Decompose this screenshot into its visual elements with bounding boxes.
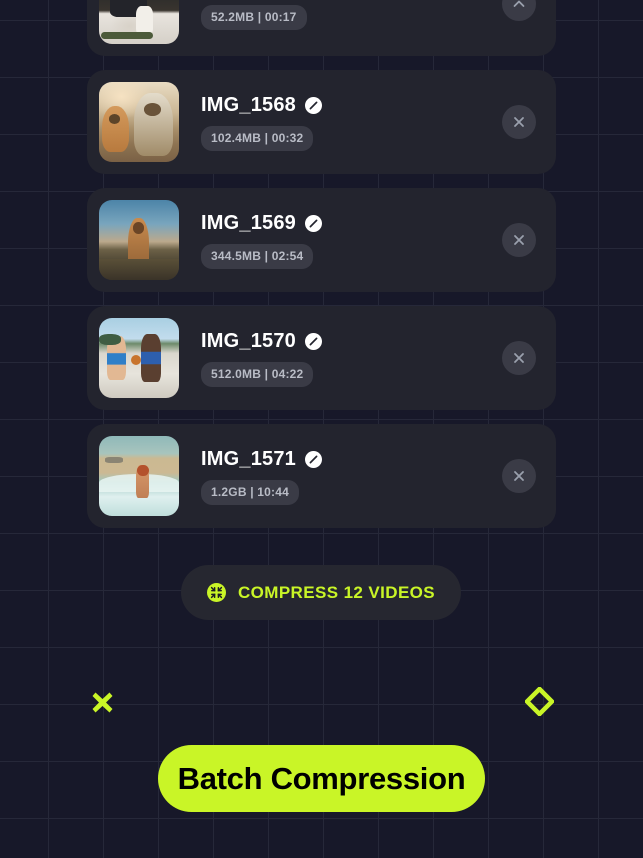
pencil-icon[interactable] (305, 96, 322, 114)
thumbnail-basketball[interactable] (99, 318, 179, 398)
video-card[interactable]: IMG_1569 344.5MB | 02:54 (87, 188, 556, 292)
video-title-row: IMG_1568 (201, 94, 556, 117)
close-icon (514, 117, 524, 127)
thumbnail-beach-runner[interactable] (99, 436, 179, 516)
size-duration-badge: 102.4MB | 00:32 (201, 125, 314, 151)
remove-video-button[interactable] (502, 341, 536, 375)
thumbnail-skateboarder[interactable] (99, 0, 179, 44)
video-title-row: IMG_1571 (201, 448, 556, 471)
size-duration-badge: 512.0MB | 04:22 (201, 361, 314, 387)
video-list: 52.2MB | 00:17 IMG_1568 102.4MB | 00:32 IMG… (87, 0, 556, 542)
banner-title: Batch Compression (177, 760, 466, 796)
video-card[interactable]: IMG_1568 102.4MB | 00:32 (87, 70, 556, 174)
app-root: 52.2MB | 00:17 IMG_1568 102.4MB | 00:32 IMG… (0, 0, 643, 858)
video-filename: IMG_1568 (201, 93, 296, 116)
chevron-up-icon (513, 0, 525, 7)
remove-video-button[interactable] (502, 223, 536, 257)
size-duration-badge: 52.2MB | 00:17 (201, 4, 307, 30)
diamond-outline-shape (523, 685, 556, 718)
size-duration-badge: 1.2GB | 10:44 (201, 479, 299, 505)
cross-shape (90, 690, 115, 715)
pencil-icon[interactable] (305, 450, 322, 468)
pencil-icon[interactable] (305, 332, 322, 350)
batch-compression-banner: Batch Compression (158, 745, 485, 812)
video-card[interactable]: IMG_1570 512.0MB | 04:22 (87, 306, 556, 410)
pencil-icon[interactable] (305, 214, 322, 232)
compress-arrows-icon (206, 583, 226, 602)
thumbnail-desert-portrait[interactable] (99, 200, 179, 280)
close-icon (514, 353, 524, 363)
size-duration-badge: 344.5MB | 02:54 (201, 243, 314, 269)
video-card[interactable]: IMG_1571 1.2GB | 10:44 (87, 424, 556, 528)
compress-button-label: COMPRESS 12 VIDEOS (237, 582, 436, 602)
compress-videos-button[interactable]: COMPRESS 12 VIDEOS (181, 565, 461, 620)
remove-video-button[interactable] (502, 459, 536, 493)
video-filename: IMG_1569 (201, 211, 296, 234)
video-filename: IMG_1571 (201, 447, 296, 470)
video-title-row: IMG_1569 (201, 212, 556, 235)
video-filename: IMG_1570 (201, 329, 296, 352)
video-title-row: IMG_1570 (201, 330, 556, 353)
thumbnail-dogs[interactable] (99, 82, 179, 162)
remove-video-button[interactable] (502, 105, 536, 139)
close-icon (514, 471, 524, 481)
close-icon (514, 235, 524, 245)
video-card[interactable]: 52.2MB | 00:17 (87, 0, 556, 56)
